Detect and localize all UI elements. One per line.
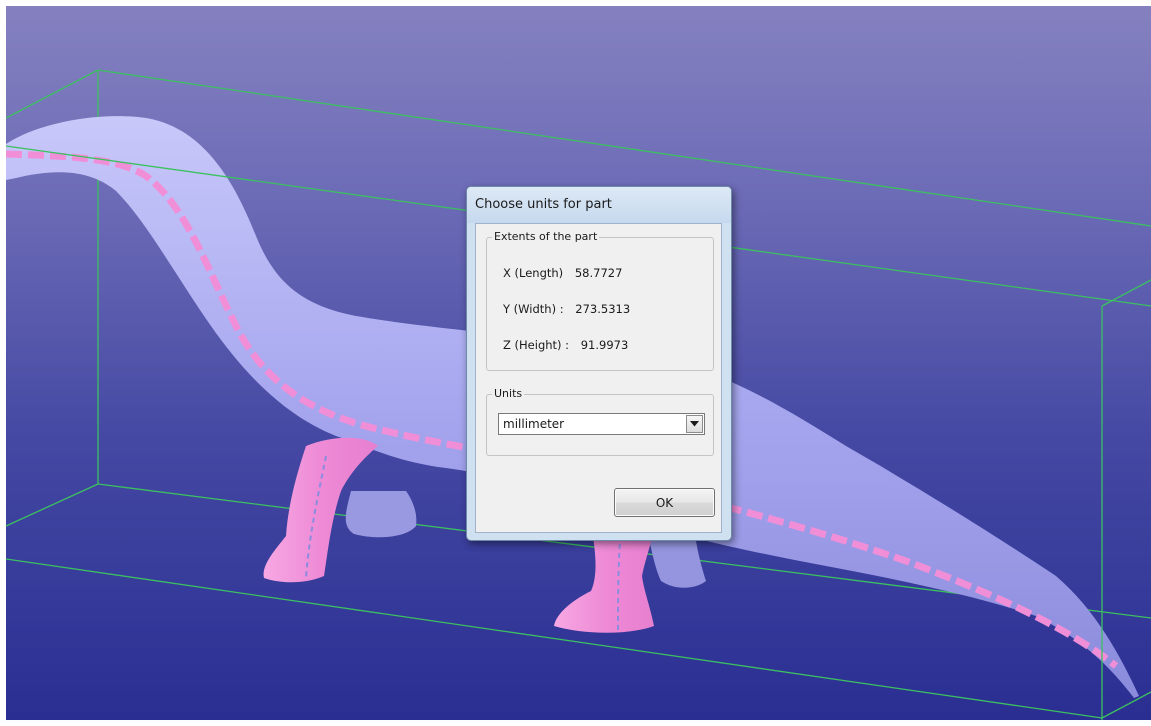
ok-button-label: OK	[655, 496, 674, 510]
units-select[interactable]: millimeter	[498, 413, 705, 435]
z-height-value: 91.9973	[580, 338, 629, 352]
dialog-titlebar[interactable]: Choose units for part	[467, 187, 731, 223]
extents-groupbox: Extents of the part X (Length) 58.7727 Y…	[486, 230, 714, 371]
units-select-value: millimeter	[503, 417, 565, 431]
x-length-value: 58.7727	[574, 266, 623, 280]
extents-legend: Extents of the part	[492, 230, 600, 244]
chevron-down-icon	[690, 421, 699, 427]
dialog-title: Choose units for part	[475, 197, 612, 212]
ok-button[interactable]: OK	[614, 488, 715, 517]
extent-x-row: X (Length) 58.7727	[503, 266, 622, 280]
x-length-label: X (Length)	[503, 266, 564, 280]
y-width-value: 273.5313	[575, 302, 631, 316]
units-groupbox: Units millimeter	[486, 387, 714, 456]
z-height-label: Z (Height) :	[503, 338, 570, 352]
dropdown-button[interactable]	[686, 415, 703, 433]
units-legend: Units	[492, 387, 525, 401]
y-width-label: Y (Width) :	[503, 302, 564, 316]
extent-z-row: Z (Height) : 91.9973	[503, 338, 628, 352]
choose-units-dialog: Choose units for part Extents of the par…	[466, 186, 732, 541]
extent-y-row: Y (Width) : 273.5313	[503, 302, 630, 316]
dialog-body: Extents of the part X (Length) 58.7727 Y…	[475, 223, 722, 533]
